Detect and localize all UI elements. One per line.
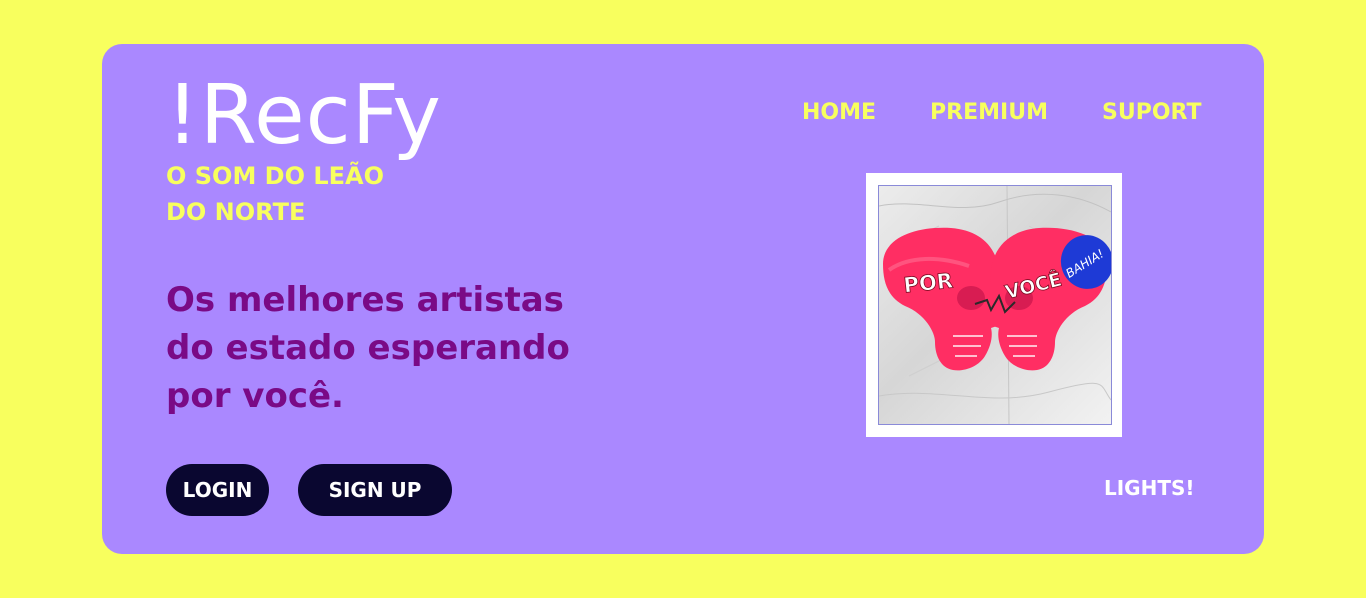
left-skull-shape xyxy=(883,227,1001,371)
nav-suport-link[interactable]: SUPORT xyxy=(1102,100,1202,125)
hero-headline: Os melhores artistas do estado esperando… xyxy=(166,280,570,416)
brand-logo[interactable]: !RecFy xyxy=(166,66,442,166)
main-nav: HOME PREMIUM SUPORT xyxy=(802,100,1201,125)
nav-home-link[interactable]: HOME xyxy=(802,100,876,125)
hero-card: !RecFy O SOM DO LEÃO DO NORTE HOME PREMI… xyxy=(102,44,1264,554)
login-button[interactable]: LOGIN xyxy=(166,464,269,516)
album-cover-frame: POR VOCÊ BAHIA! xyxy=(866,173,1122,437)
nav-premium-link[interactable]: PREMIUM xyxy=(930,100,1048,125)
album-art-image: POR VOCÊ BAHIA! xyxy=(879,186,1111,424)
album-cover-art: POR VOCÊ BAHIA! xyxy=(878,185,1112,425)
brand-tagline: O SOM DO LEÃO DO NORTE xyxy=(166,162,385,226)
sign-up-button[interactable]: SIGN UP xyxy=(298,464,452,516)
album-left-text: POR xyxy=(902,269,954,298)
lights-toggle[interactable]: LIGHTS! xyxy=(1104,476,1195,500)
